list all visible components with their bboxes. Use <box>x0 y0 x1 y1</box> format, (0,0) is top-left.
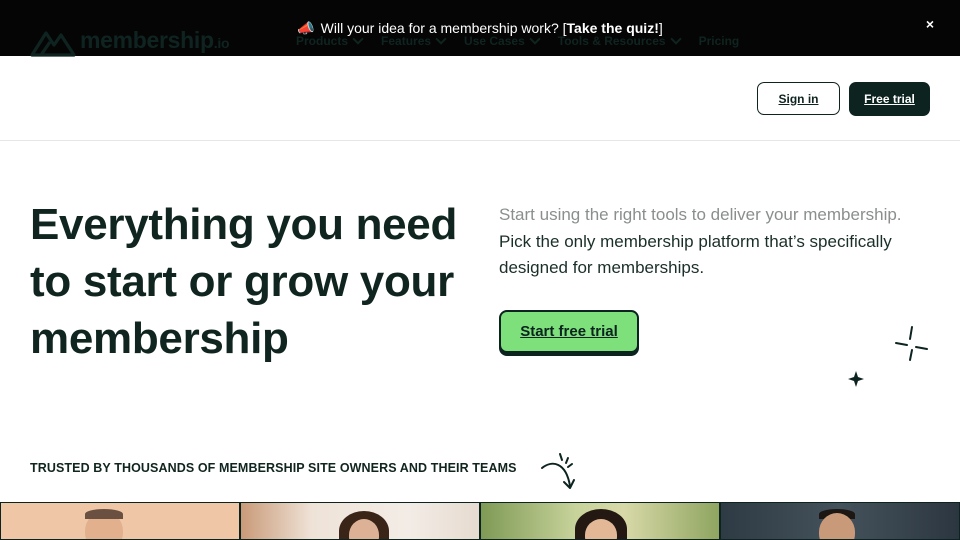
nav-products[interactable]: Products <box>296 33 364 48</box>
nav-tools-resources-label: Tools & Resources <box>557 34 666 48</box>
logo-mountain-icon <box>30 31 76 57</box>
logo-text: membership.io <box>80 27 230 53</box>
free-trial-button[interactable]: Free trial <box>849 82 930 116</box>
nav-products-label: Products <box>296 34 349 48</box>
testimonial-photo <box>240 502 480 540</box>
testimonial-photo <box>720 502 960 540</box>
chevron-down-icon <box>435 33 447 45</box>
nav-pricing[interactable]: Pricing <box>699 34 740 48</box>
nav-use-cases-label: Use Cases <box>464 34 525 48</box>
hero-subtitle: Start using the right tools to deliver y… <box>499 202 919 282</box>
close-icon[interactable]: × <box>920 14 940 34</box>
logo[interactable]: membership.io <box>30 26 230 57</box>
hero-subtitle-main: Pick the only membership platform that’s… <box>499 231 892 278</box>
nav-features-label: Features <box>381 34 432 48</box>
testimonial-photo <box>480 502 720 540</box>
hero-title: Everything you need to start or grow you… <box>30 200 458 363</box>
chevron-down-icon <box>529 33 541 45</box>
chevron-down-icon <box>669 33 682 45</box>
trusted-label: TRUSTED BY THOUSANDS OF MEMBERSHIP SITE … <box>30 461 517 475</box>
chevron-down-icon <box>352 33 364 45</box>
testimonial-photo <box>0 502 240 540</box>
start-free-trial-button[interactable]: Start free trial <box>499 310 639 353</box>
sign-in-button[interactable]: Sign in <box>757 82 840 115</box>
curved-arrow-icon <box>541 453 575 489</box>
testimonial-photos <box>0 502 960 540</box>
nav-tools-resources[interactable]: Tools & Resources <box>557 33 682 48</box>
main-nav: Products Features Use Cases Tools & Reso… <box>296 33 758 48</box>
nav-use-cases[interactable]: Use Cases <box>464 33 541 48</box>
nav-features[interactable]: Features <box>381 33 447 48</box>
sparkle-icon <box>848 371 864 387</box>
nav-pricing-label: Pricing <box>698 34 740 48</box>
hero-subtitle-muted: Start using the right tools to deliver y… <box>499 205 902 224</box>
sparkle-icon <box>895 326 928 361</box>
